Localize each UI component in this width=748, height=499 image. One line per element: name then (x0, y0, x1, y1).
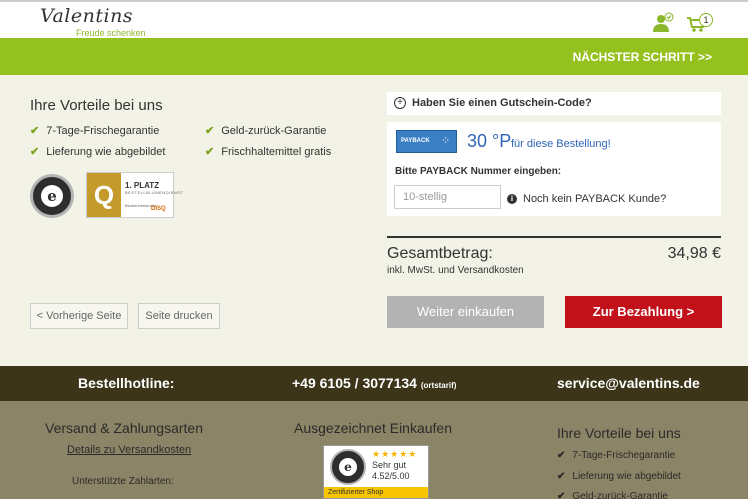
payback-panel: PAYBACK ⁘ 30 °P für diese Bestellung! Bi… (387, 122, 721, 216)
payment-methods-label: Unterstützte Zahlarten: (72, 476, 174, 487)
total-value: 34,98 € (667, 245, 721, 262)
payback-number-input[interactable] (394, 185, 501, 209)
site-footer: Versand & Zahlungsarten Details zu Versa… (0, 401, 748, 499)
award-subtitle: BESTELLBLUMENDIENST (125, 190, 184, 195)
footer-advantage-item: ✔ 7-Tage-Frischegarantie (557, 450, 675, 461)
advantage-label: Geld-zurück-Garantie (221, 125, 327, 137)
advantage-item: ✔ Lieferung wie abgebildet (30, 145, 165, 158)
certified-shop-caption: Zertifizierter Shop (324, 487, 428, 498)
advantage-label: Lieferung wie abgebildet (46, 146, 166, 158)
continue-shopping-button[interactable]: Weiter einkaufen (387, 296, 544, 328)
award-q-icon: Q (87, 173, 121, 217)
shipping-details-link[interactable]: Details zu Versandkosten (67, 444, 191, 456)
check-icon: ✔ (30, 146, 40, 158)
voucher-label: Haben Sie einen Gutschein-Code? (412, 97, 592, 109)
footer-advantage-label: 7-Tage-Frischegarantie (572, 450, 676, 461)
cart-count-badge: 1 (699, 13, 713, 27)
payback-logo: PAYBACK ⁘ (396, 130, 457, 153)
checkout-button[interactable]: Zur Bezahlung > (565, 296, 722, 328)
check-icon: ✔ (557, 491, 566, 499)
award-section-title: Ausgezeichnet Einkaufen (294, 420, 452, 436)
payback-no-customer-link[interactable]: Noch kein PAYBACK Kunde? (523, 193, 666, 205)
check-icon: ✔ (205, 125, 215, 137)
previous-page-button[interactable]: < Vorherige Seite (30, 303, 128, 329)
footer-advantage-item: ✔ Lieferung wie abgebildet (557, 471, 681, 482)
hotline-phone[interactable]: +49 6105 / 3077134 (292, 375, 417, 391)
advantage-item: ✔ 7-Tage-Frischegarantie (30, 124, 159, 137)
trusted-shops-e-icon: e (339, 458, 357, 476)
voucher-toggle[interactable]: + Haben Sie einen Gutschein-Code? (387, 92, 721, 115)
check-icon: ✔ (30, 125, 40, 137)
payback-logo-text: PAYBACK (401, 138, 430, 144)
check-icon: ✔ (205, 146, 215, 158)
rating-word: Sehr gut (372, 460, 407, 470)
trusted-shops-e-icon: e (41, 185, 63, 207)
shipping-title: Versand & Zahlungsarten (45, 420, 203, 436)
total-divider (387, 236, 721, 238)
info-icon[interactable]: i (507, 194, 517, 204)
check-icon: ✔ (557, 471, 566, 482)
hotline-phone-note: (ortstarif) (420, 381, 457, 390)
hotline-bar: Bestellhotline: +49 6105 / 3077134 (orts… (0, 366, 748, 401)
total-label: Gesamtbetrag: (387, 245, 493, 262)
logo[interactable]: Valentins Freude schenken (40, 5, 146, 38)
award-title: 1. PLATZ (125, 181, 160, 190)
payback-number-label: Bitte PAYBACK Nummer eingeben: (395, 166, 562, 177)
step-bar: NÄCHSTER SCHRITT >> (0, 38, 748, 75)
award-brand: DISQ (151, 206, 166, 212)
advantage-label: Frischhaltemittel gratis (221, 146, 332, 158)
service-email[interactable]: service@valentins.de (557, 375, 700, 391)
footer-advantage-label: Geld-zurück-Garantie (572, 491, 668, 499)
total-tax-note: inkl. MwSt. und Versandkosten (387, 265, 524, 276)
payback-dots-icon: ⁘ (441, 135, 451, 147)
footer-advantage-item: ✔ Geld-zurück-Garantie (557, 491, 668, 499)
user-account-icon[interactable] (652, 12, 674, 34)
logo-text: Valentins (40, 5, 134, 27)
print-page-button[interactable]: Seite drucken (138, 303, 220, 329)
footer-advantages-title: Ihre Vorteile bei uns (557, 425, 681, 441)
next-step-link[interactable]: NÄCHSTER SCHRITT >> (573, 50, 712, 64)
advantages-title: Ihre Vorteile bei uns (30, 97, 163, 114)
hotline-label: Bestellhotline: (78, 375, 175, 391)
rating-stars-icon: ★★★★★ (372, 449, 418, 459)
trusted-shops-badge[interactable]: e (30, 174, 74, 218)
trusted-shops-logo: e (330, 449, 366, 485)
advantage-item: ✔ Frischhaltemittel gratis (205, 145, 331, 158)
payback-points-suffix: für diese Bestellung! (511, 138, 611, 150)
payback-points: 30 °P (467, 131, 512, 151)
footer-advantage-label: Lieferung wie abgebildet (572, 471, 681, 482)
first-place-award-badge[interactable]: Q 1. PLATZ BESTELLBLUMENDIENST Blumenver… (86, 172, 183, 218)
advantage-item: ✔ Geld-zurück-Garantie (205, 124, 326, 137)
check-icon: ✔ (557, 450, 566, 461)
hotline-phone-group: +49 6105 / 3077134 (ortstarif) (292, 375, 456, 391)
site-header: Valentins Freude schenken 1 (0, 0, 748, 38)
logo-tagline: Freude schenken (76, 28, 146, 38)
rating-value: 4.52/5.00 (372, 471, 410, 481)
trusted-shops-rating-badge[interactable]: e ★★★★★ Sehr gut 4.52/5.00 Zertifizierte… (323, 445, 429, 499)
advantage-label: 7-Tage-Frischegarantie (46, 125, 160, 137)
plus-circle-icon: + (394, 97, 406, 109)
